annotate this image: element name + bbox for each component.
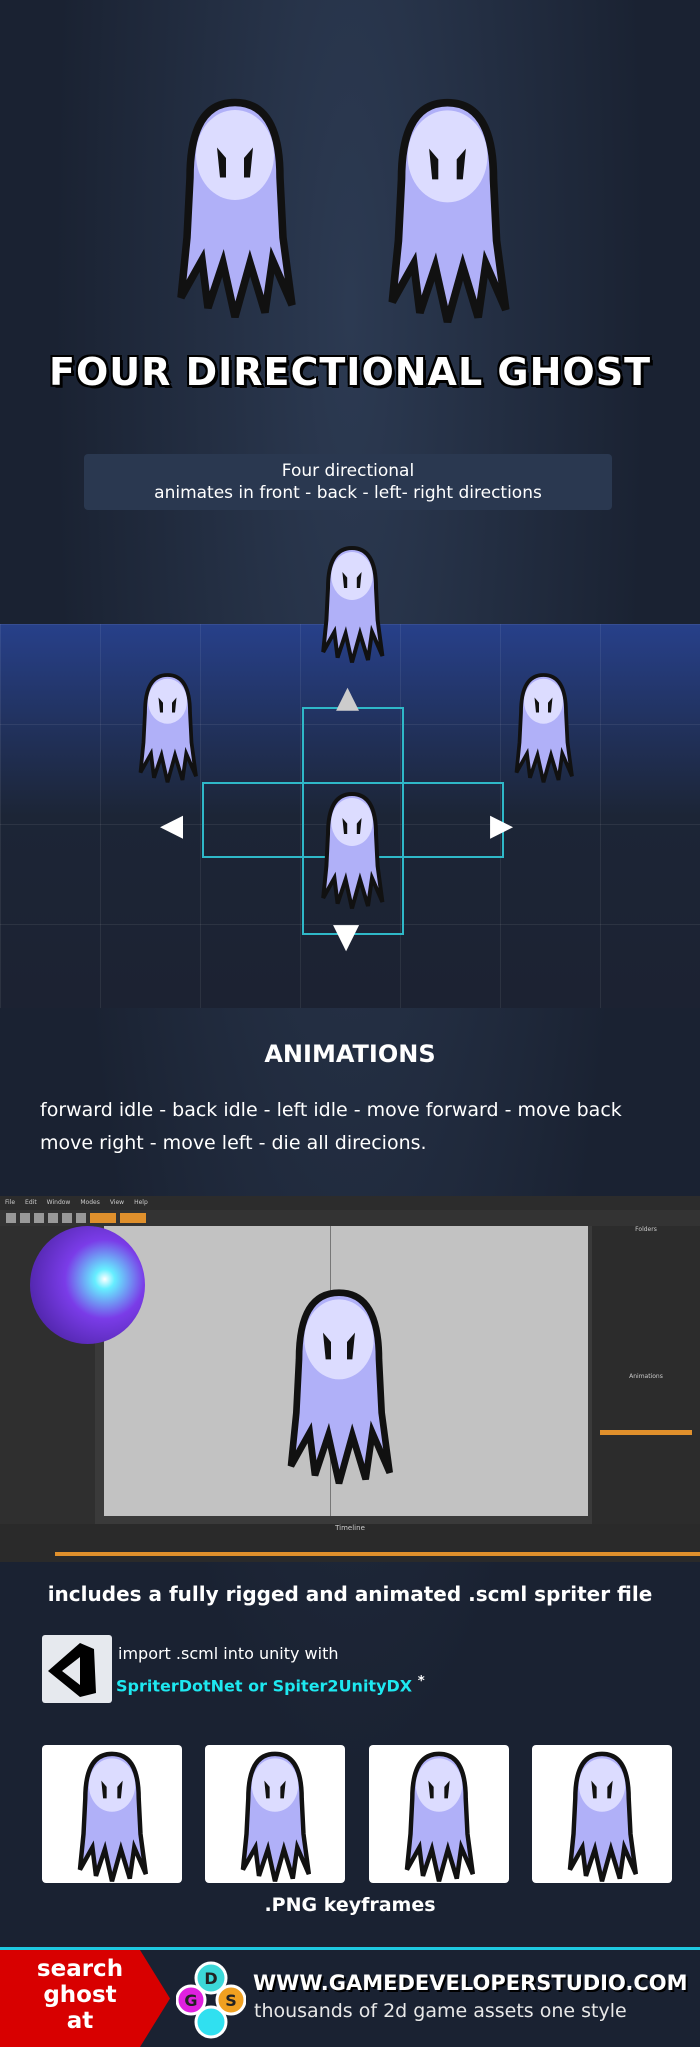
- timeline-bar[interactable]: [55, 1552, 700, 1556]
- animations-line-1: forward idle - back idle - left idle - m…: [40, 1099, 622, 1121]
- arrow-up-icon: ▲: [336, 680, 360, 715]
- logo-letter-s: S: [225, 1991, 237, 2010]
- ghost-center: [312, 790, 392, 910]
- ghost-front-right: [370, 95, 525, 325]
- menu-bar: File Edit Window Modes View Help: [0, 1196, 700, 1210]
- menu-window[interactable]: Window: [47, 1199, 71, 1207]
- info-box: Four directional animates in front - bac…: [84, 454, 612, 510]
- ghost-rigged: [264, 1286, 414, 1486]
- page-title: FOUR DIRECTIONAL GHOST: [48, 350, 651, 394]
- menu-file[interactable]: File: [5, 1199, 15, 1207]
- ghost-front-left: [160, 95, 310, 320]
- animations-title: Animations: [629, 1373, 663, 1380]
- timeline: Timeline: [0, 1524, 700, 1562]
- folders-title: Folders: [635, 1226, 657, 1233]
- spriter-editor-screenshot: File Edit Window Modes View Help Folders…: [0, 1196, 700, 1562]
- arrow-right-icon: ▶: [490, 808, 514, 843]
- tagline: thousands of 2d game assets one style: [254, 2000, 627, 2022]
- import-text: import .scml into unity with: [118, 1644, 339, 1663]
- editor-canvas: [104, 1226, 588, 1516]
- ghost-right: [506, 670, 581, 785]
- tool-button[interactable]: [34, 1213, 44, 1223]
- info-line-1: Four directional: [281, 461, 415, 481]
- animations-list: forward idle - back idle - left idle - m…: [40, 1094, 680, 1160]
- asterisk: *: [417, 1674, 425, 1689]
- timeline-label: Timeline: [335, 1524, 365, 1532]
- tool-button[interactable]: [62, 1213, 72, 1223]
- gds-logo-icon: D G S: [176, 1961, 246, 2039]
- menu-view[interactable]: View: [110, 1199, 124, 1207]
- show-bones-button[interactable]: [90, 1213, 116, 1223]
- plugins-link[interactable]: SpriterDotNet or Spiter2UnityDX: [116, 1676, 412, 1695]
- includes-text: includes a fully rigged and animated .sc…: [47, 1582, 653, 1606]
- info-line-2: animates in front - back - left- right d…: [154, 483, 542, 503]
- keyframe-2: [205, 1745, 345, 1883]
- tool-button[interactable]: [76, 1213, 86, 1223]
- keyframe-3: [369, 1745, 509, 1883]
- tool-button[interactable]: [48, 1213, 58, 1223]
- website-link[interactable]: WWW.GAMEDEVELOPERSTUDIO.COM: [253, 1971, 688, 1995]
- selected-animation[interactable]: [600, 1430, 692, 1435]
- plugins-text: SpriterDotNet or Spiter2UnityDX *: [116, 1674, 425, 1695]
- footer-divider: [0, 1947, 700, 1950]
- show-sprites-button[interactable]: [120, 1213, 146, 1223]
- folders-panel: Folders Animations: [592, 1226, 700, 1536]
- arrow-down-icon: ▼: [333, 916, 360, 956]
- at-word: at: [66, 2008, 94, 2034]
- ghost-word: ghost: [43, 1982, 117, 2008]
- keyframe-1: [42, 1745, 182, 1883]
- arrow-left-icon: ◀: [160, 808, 184, 843]
- search-text: search ghost at: [20, 1956, 140, 2034]
- background: [0, 0, 700, 2047]
- tool-button[interactable]: [20, 1213, 30, 1223]
- keyframes-label: .PNG keyframes: [264, 1894, 436, 1916]
- animations-line-2: move right - move left - die all direcio…: [40, 1132, 427, 1154]
- search-word: search: [36, 1956, 124, 1982]
- menu-help[interactable]: Help: [134, 1199, 148, 1207]
- menu-edit[interactable]: Edit: [25, 1199, 37, 1207]
- menu-modes[interactable]: Modes: [80, 1199, 99, 1207]
- ghost-left: [130, 670, 205, 785]
- animations-heading: ANIMATIONS: [264, 1040, 436, 1068]
- logo-badge-icon: [30, 1226, 145, 1344]
- logo-letter-d: D: [204, 1969, 217, 1988]
- unity-logo-icon: [42, 1635, 112, 1703]
- keyframe-4: [532, 1745, 672, 1883]
- logo-letter-g: G: [184, 1991, 197, 2010]
- ghost-back: [312, 544, 392, 664]
- tool-button[interactable]: [6, 1213, 16, 1223]
- toolbar: [0, 1210, 700, 1226]
